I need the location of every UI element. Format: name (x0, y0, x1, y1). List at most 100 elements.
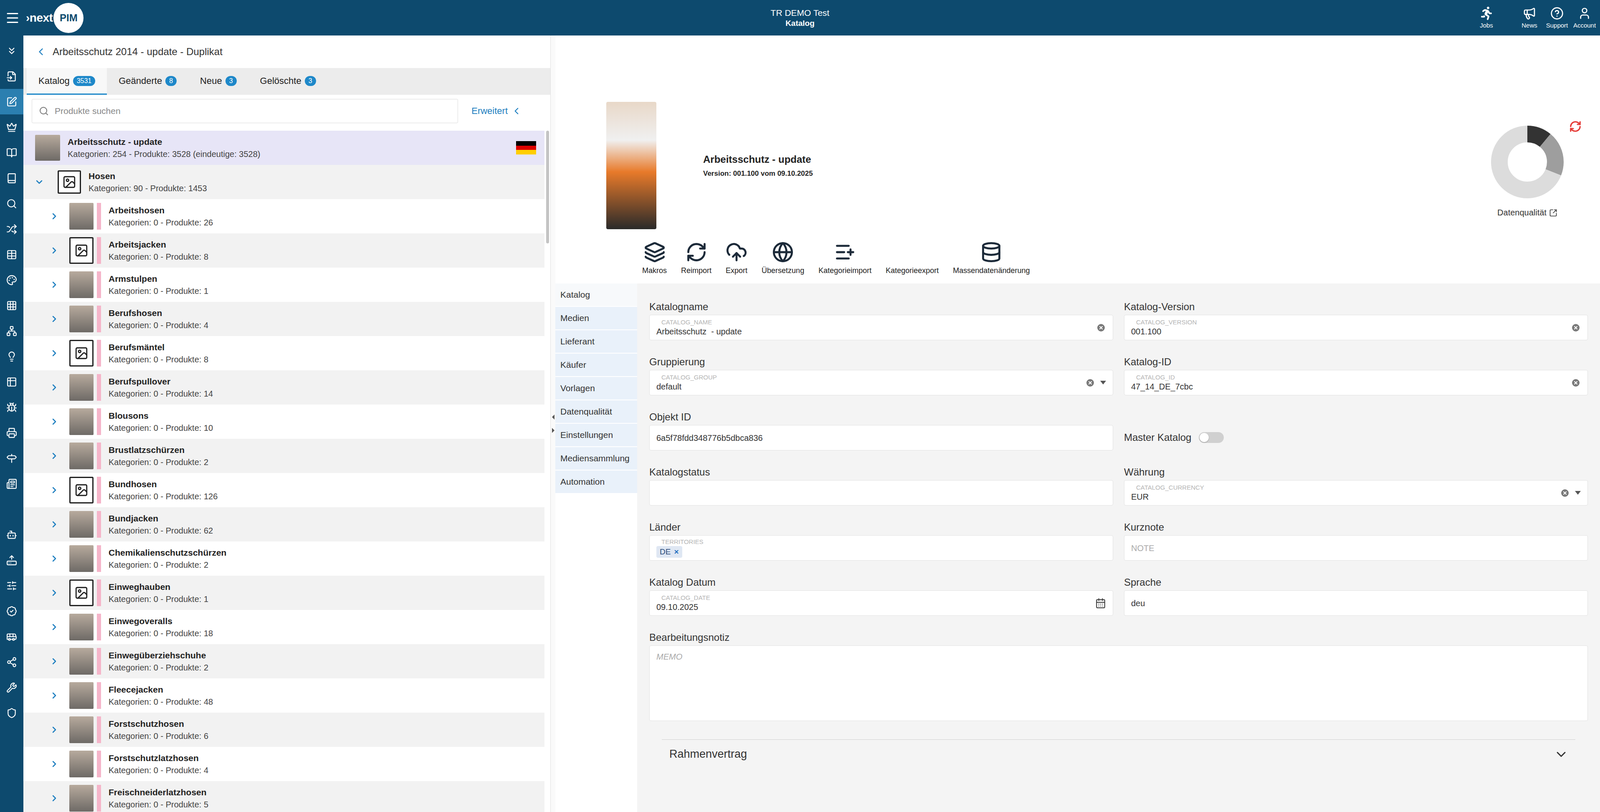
chevron-right-icon[interactable] (49, 382, 60, 393)
nav-item[interactable]: Vorlagen (555, 377, 638, 400)
chevron-right-icon[interactable] (49, 622, 60, 633)
support-icon[interactable] (1550, 6, 1564, 21)
sidebar-item[interactable] (0, 139, 24, 166)
data-quality-link[interactable]: Datenqualität (1497, 207, 1558, 218)
news-icon[interactable] (1522, 6, 1537, 21)
field-input[interactable] (649, 480, 1114, 506)
expand-toggle[interactable] (43, 793, 66, 804)
chevron-right-icon[interactable] (49, 519, 60, 530)
data-quality-chart[interactable] (1485, 120, 1570, 204)
sidebar-item[interactable] (0, 267, 24, 293)
expand-toggle[interactable] (43, 519, 66, 530)
expand-toggle[interactable] (43, 211, 66, 222)
field-input[interactable]: TERRITORIESDE× (649, 535, 1114, 561)
sidebar-item[interactable] (0, 114, 24, 140)
chevron-right-icon[interactable] (49, 759, 60, 770)
chevron-right-icon[interactable] (49, 416, 60, 427)
chevron-right-icon[interactable] (49, 587, 60, 598)
toolbar-button[interactable]: Übersetzung (761, 241, 805, 276)
tree-row[interactable]: FreischneiderlatzhosenKategorien: 0 - Pr… (23, 781, 545, 812)
tab[interactable]: Neue3 (188, 68, 249, 95)
search-input[interactable]: Produkte suchen (31, 98, 459, 124)
sidebar-item[interactable] (0, 165, 24, 191)
logo[interactable]: ›nextPIM (25, 2, 84, 33)
sidebar-item[interactable] (0, 547, 24, 573)
external-link-icon[interactable] (1549, 208, 1558, 218)
sidebar-item[interactable] (0, 496, 24, 522)
chevron-right-icon[interactable] (49, 313, 60, 325)
tree-row[interactable]: BundhosenKategorien: 0 - Produkte: 126 (23, 473, 545, 508)
caret-icon[interactable] (1574, 491, 1581, 496)
nav-item[interactable]: Einstellungen (555, 423, 638, 447)
nav-item[interactable]: Datenqualität (555, 400, 638, 423)
expand-toggle[interactable] (43, 587, 66, 598)
field-input[interactable]: deu (1124, 590, 1588, 616)
top-action[interactable]: Account (1570, 6, 1599, 29)
field-input[interactable]: CATALOG_NAMEArbeitsschutz - update (649, 314, 1114, 341)
nav-item[interactable]: Lieferant (555, 330, 638, 353)
sidebar-item[interactable] (0, 88, 24, 115)
expand-toggle[interactable] (43, 245, 66, 256)
clear-icon[interactable] (1570, 322, 1581, 333)
sidebar-item[interactable] (0, 216, 24, 242)
field-input[interactable]: NOTE (1124, 535, 1588, 561)
expand-toggle[interactable] (43, 382, 66, 393)
sidebar-item[interactable] (0, 241, 24, 268)
tab[interactable]: Geänderte8 (106, 68, 189, 95)
back-icon[interactable] (35, 45, 47, 58)
top-action[interactable]: Support (1543, 6, 1571, 29)
calendar-icon[interactable] (1095, 597, 1107, 609)
chevron-right-icon[interactable] (49, 450, 60, 461)
toolbar-button[interactable]: Kategorieexport (885, 241, 939, 276)
panel-splitter[interactable] (550, 35, 556, 812)
tree-row[interactable]: ForstschutzhosenKategorien: 0 - Produkte… (23, 712, 545, 747)
tree-row[interactable]: EinweghaubenKategorien: 0 - Produkte: 1 (23, 575, 545, 611)
tree-row[interactable]: BundjackenKategorien: 0 - Produkte: 62 (23, 507, 545, 542)
sidebar-item[interactable] (0, 598, 24, 624)
chevron-right-icon[interactable] (49, 553, 60, 564)
sidebar-item[interactable] (0, 674, 24, 701)
scrollbar[interactable] (544, 130, 551, 812)
memo-textarea[interactable]: MEMO (649, 645, 1588, 722)
field-input[interactable]: 6a5f78fdd348776b5dbca836 (649, 425, 1114, 451)
accordion-header[interactable]: Rahmenvertrag (661, 739, 1576, 769)
tree-row[interactable]: ArmstulpenKategorien: 0 - Produkte: 1 (23, 267, 545, 302)
sidebar-item[interactable] (0, 700, 24, 726)
tree-row[interactable]: BerufshosenKategorien: 0 - Produkte: 4 (23, 301, 545, 337)
field-input[interactable]: CATALOG_CURRENCYEUR (1124, 480, 1588, 506)
tree-row[interactable]: BrustlatzschürzenKategorien: 0 - Produkt… (23, 438, 545, 474)
toolbar-button[interactable]: Massendatenänderung (952, 241, 1030, 276)
chevron-right-icon[interactable] (49, 690, 60, 701)
chip-remove[interactable]: × (673, 547, 679, 557)
field-input[interactable]: CATALOG_VERSION001.100 (1124, 314, 1588, 341)
menu-icon[interactable] (5, 10, 21, 26)
tree-row[interactable]: EinwegüberziehschuheKategorien: 0 - Prod… (23, 644, 545, 679)
expand-toggle[interactable] (43, 553, 66, 564)
expand-toggle[interactable] (43, 690, 66, 701)
chevron-right-icon[interactable] (49, 793, 60, 804)
chevron-right-icon[interactable] (49, 656, 60, 667)
expand-toggle[interactable] (43, 656, 66, 667)
expand-toggle[interactable] (43, 416, 66, 427)
tree-row[interactable]: ArbeitsjackenKategorien: 0 - Produkte: 8 (23, 233, 545, 268)
expand-toggle[interactable] (43, 348, 66, 359)
refresh-icon[interactable] (1569, 120, 1582, 133)
field-input[interactable]: CATALOG_GROUPdefault (649, 369, 1114, 396)
tree-row[interactable]: BerufsmäntelKategorien: 0 - Produkte: 8 (23, 336, 545, 371)
sidebar-item[interactable] (0, 649, 24, 675)
sidebar-item[interactable] (0, 521, 24, 548)
clear-icon[interactable] (1096, 322, 1107, 333)
chevron-right-icon[interactable] (49, 348, 60, 359)
tree-row[interactable]: ForstschutzlatzhosenKategorien: 0 - Prod… (23, 746, 545, 782)
toolbar-button[interactable]: Kategorieimport (818, 241, 872, 276)
chevron-right-icon[interactable] (49, 211, 60, 222)
tab[interactable]: Gelöschte3 (248, 68, 328, 95)
sidebar-item[interactable] (0, 623, 24, 650)
tree-row[interactable]: BlousonsKategorien: 0 - Produkte: 10 (23, 404, 545, 439)
top-action[interactable]: News (1515, 6, 1544, 29)
top-action[interactable]: Jobs (1472, 6, 1501, 29)
account-icon[interactable] (1577, 6, 1592, 21)
scrollbar-thumb[interactable] (546, 130, 550, 244)
expand-toggle[interactable] (43, 759, 66, 770)
splitter-handle-icon[interactable] (551, 411, 556, 437)
